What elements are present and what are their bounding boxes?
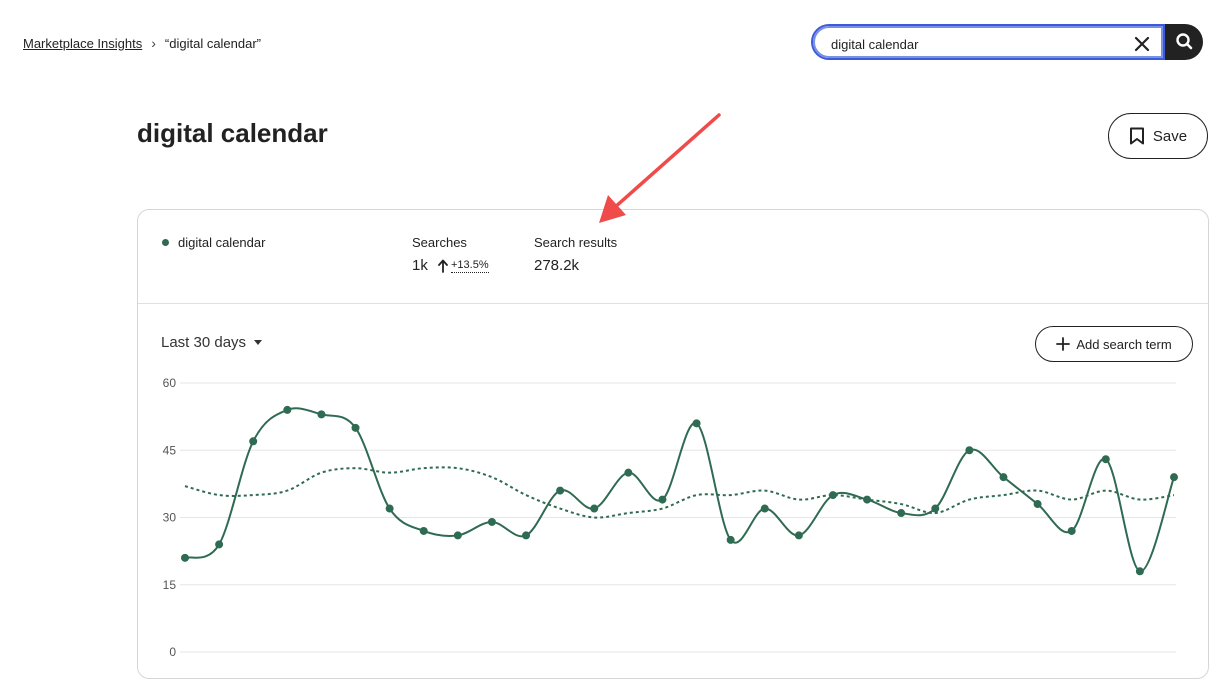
data-point[interactable] [999, 473, 1008, 482]
data-point[interactable] [385, 504, 394, 513]
data-point[interactable] [453, 531, 462, 540]
y-tick-label: 60 [163, 376, 177, 390]
data-point[interactable] [1101, 455, 1110, 464]
y-tick-label: 30 [163, 511, 177, 525]
data-point[interactable] [863, 495, 872, 504]
data-point[interactable] [965, 446, 974, 455]
data-point[interactable] [658, 495, 667, 504]
series-line-dotted [184, 466, 1175, 519]
data-point[interactable] [1135, 567, 1144, 576]
data-point[interactable] [794, 531, 803, 540]
y-tick-label: 45 [163, 443, 177, 457]
data-point[interactable] [1033, 500, 1042, 509]
data-point[interactable] [760, 504, 769, 513]
y-tick-label: 15 [163, 578, 177, 592]
data-point[interactable] [181, 553, 189, 562]
data-point[interactable] [828, 491, 837, 500]
data-point[interactable] [590, 504, 599, 513]
search-volume-chart: 60 45 30 15 0 [163, 376, 1178, 659]
data-point[interactable] [1170, 473, 1178, 482]
data-point[interactable] [897, 509, 906, 518]
data-point[interactable] [556, 486, 565, 495]
data-point[interactable] [726, 535, 735, 544]
data-point[interactable] [249, 437, 258, 446]
annotation-arrow-icon [599, 113, 721, 223]
y-tick-label: 0 [169, 645, 176, 659]
data-point[interactable] [351, 423, 360, 432]
data-point[interactable] [522, 531, 531, 540]
data-point[interactable] [1067, 526, 1076, 535]
data-point[interactable] [487, 517, 496, 526]
series-line-digital-calendar [184, 407, 1175, 573]
data-point[interactable] [624, 468, 633, 477]
data-point[interactable] [317, 410, 326, 419]
data-point[interactable] [692, 419, 701, 428]
data-point[interactable] [215, 540, 224, 549]
data-point[interactable] [931, 504, 940, 513]
data-point[interactable] [419, 526, 428, 535]
data-point[interactable] [283, 405, 292, 414]
